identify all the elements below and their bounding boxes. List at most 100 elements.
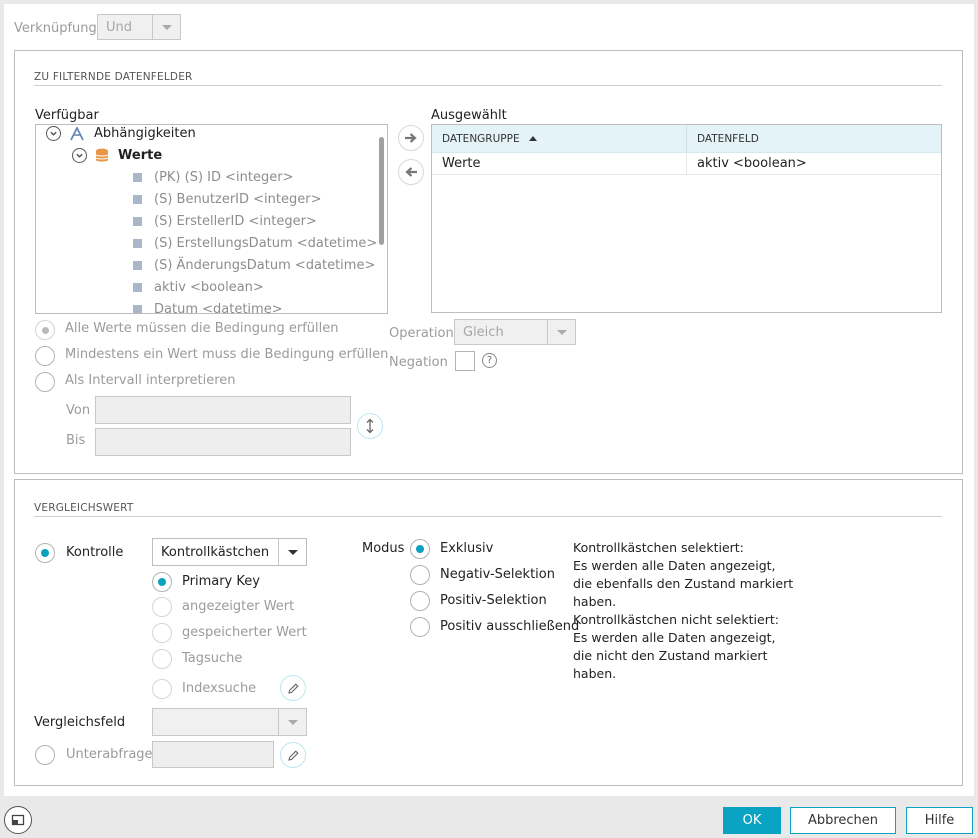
arrow-left-icon [405,167,417,177]
cell-datenfeld: aktiv <boolean> [697,156,807,171]
collapse-icon[interactable] [46,126,61,141]
tree-field[interactable]: (S) ErstellungsDatum <datetime> [133,236,377,251]
option-gespeicherter-wert-label: gespeicherter Wert [182,625,307,640]
field-icon [133,239,142,248]
kontrolle-value: Kontrollkästchen [161,544,270,560]
chevron-down-icon [152,15,180,39]
dialog-body: Verknüpfung Und ZU FILTERNDE DATENFELDER… [4,4,974,796]
tree-field[interactable]: (S) ErstellerID <integer> [133,214,317,229]
kontrolle-label: Kontrolle [66,545,124,560]
pencil-icon [287,682,299,694]
table-row[interactable]: Werte aktiv <boolean> [432,153,941,175]
swap-range-button[interactable] [357,413,383,439]
table-header: DATENGRUPPE DATENFELD [432,125,941,153]
help-icon[interactable]: ? [482,353,497,368]
tree-node-root[interactable]: Abhängigkeiten [46,126,196,141]
tree-field[interactable]: aktiv <boolean> [133,280,264,295]
tree-field[interactable]: (PK) (S) ID <integer> [133,170,293,185]
von-label: Von [66,403,91,418]
tree-field[interactable]: (S) BenutzerID <integer> [133,192,322,207]
negation-checkbox[interactable] [455,351,475,371]
vergleichsfeld-label: Vergleichsfeld [34,715,126,730]
chevron-down-icon [278,709,306,735]
divider [34,85,942,86]
modus-positiv-radio[interactable] [410,591,430,611]
available-label: Verfügbar [35,108,99,123]
tree-root-label: Abhängigkeiten [94,126,196,141]
operation-value: Gleich [463,324,504,340]
window-icon [11,814,25,826]
option-indexsuche-label: Indexsuche [182,681,257,696]
cancel-button[interactable]: Abbrechen [790,807,896,834]
field-icon [133,173,142,182]
help-button[interactable]: Hilfe [906,807,973,834]
operation-label: Operation [389,326,454,341]
field-icon [133,283,142,292]
condition-interval-radio[interactable] [35,372,55,392]
modus-positiv-ausschliessend-radio[interactable] [410,617,430,637]
option-angezeigter-wert-label: angezeigter Wert [182,599,295,614]
kontrolle-select[interactable]: Kontrollkästchen [152,538,307,566]
option-gespeicherter-wert-radio[interactable] [152,623,172,643]
selected-label: Ausgewählt [431,108,507,123]
database-icon [95,148,109,163]
available-tree[interactable]: Abhängigkeiten Werte (PK) (S) ID <intege… [35,124,388,314]
von-input[interactable] [95,396,351,424]
selected-table: DATENGRUPPE DATENFELD Werte aktiv <boole… [431,124,942,313]
vergleichsfeld-select[interactable] [152,708,307,736]
condition-any-label: Mindestens ein Wert muss die Bedingung e… [65,347,389,362]
option-primary-key-label: Primary Key [182,574,260,589]
tree-child-label: Werte [118,148,163,163]
move-left-button[interactable] [398,159,424,185]
condition-interval-label: Als Intervall interpretieren [65,373,236,388]
modus-help-text: Kontrollkästchen selektiert: Es werden a… [573,540,794,681]
condition-any-radio[interactable] [35,346,55,366]
sort-asc-icon [528,136,537,141]
divider [34,516,942,517]
window-layout-button[interactable] [4,806,32,834]
vertical-arrows-icon [366,418,374,434]
field-icon [133,261,142,270]
option-indexsuche-radio[interactable] [152,679,172,699]
kontrolle-radio[interactable] [35,543,55,563]
ok-button[interactable]: OK [723,807,781,834]
unterabfrage-input[interactable] [152,741,274,768]
cell-datengruppe: Werte [432,153,687,174]
chevron-down-icon [278,539,306,565]
column-header-datenfeld[interactable]: DATENFELD [687,125,941,152]
field-icon [133,305,142,313]
fields-section-title: ZU FILTERNDE DATENFELDER [34,71,193,83]
option-tagsuche-label: Tagsuche [182,651,243,666]
field-icon [133,217,142,226]
unterabfrage-edit-button[interactable] [280,742,306,768]
pencil-icon [287,749,299,761]
modus-positiv-ausschliessend-label: Positiv ausschließend [440,619,580,634]
modus-label: Modus [362,541,405,556]
bis-label: Bis [66,433,86,448]
option-primary-key-radio[interactable] [152,572,172,592]
verknuepfung-select[interactable]: Und [97,14,181,40]
column-header-datengruppe[interactable]: DATENGRUPPE [432,125,687,152]
unterabfrage-radio[interactable] [35,745,55,765]
condition-all-radio[interactable] [35,320,55,340]
tree-field[interactable]: Datum <datetime> [133,302,283,313]
modus-negativ-radio[interactable] [410,565,430,585]
modus-negativ-label: Negativ-Selektion [440,567,555,582]
tree-scrollbar[interactable] [379,137,384,245]
operation-select[interactable]: Gleich [454,319,576,345]
condition-all-label: Alle Werte müssen die Bedingung erfüllen [65,321,339,336]
tree-node-werte[interactable]: Werte [72,148,162,163]
compare-section-title: VERGLEICHSWERT [34,502,134,514]
modus-exklusiv-label: Exklusiv [440,541,494,556]
tree-field[interactable]: (S) ÄnderungsDatum <datetime> [133,258,375,273]
verknuepfung-value: Und [106,19,133,35]
chevron-down-icon [547,320,575,344]
option-tagsuche-radio[interactable] [152,649,172,669]
bis-input[interactable] [95,428,351,456]
negation-label: Negation [389,355,448,370]
move-right-button[interactable] [398,125,424,151]
collapse-icon[interactable] [72,148,87,163]
option-angezeigter-wert-radio[interactable] [152,597,172,617]
modus-exklusiv-radio[interactable] [410,539,430,559]
indexsuche-edit-button[interactable] [280,675,306,701]
